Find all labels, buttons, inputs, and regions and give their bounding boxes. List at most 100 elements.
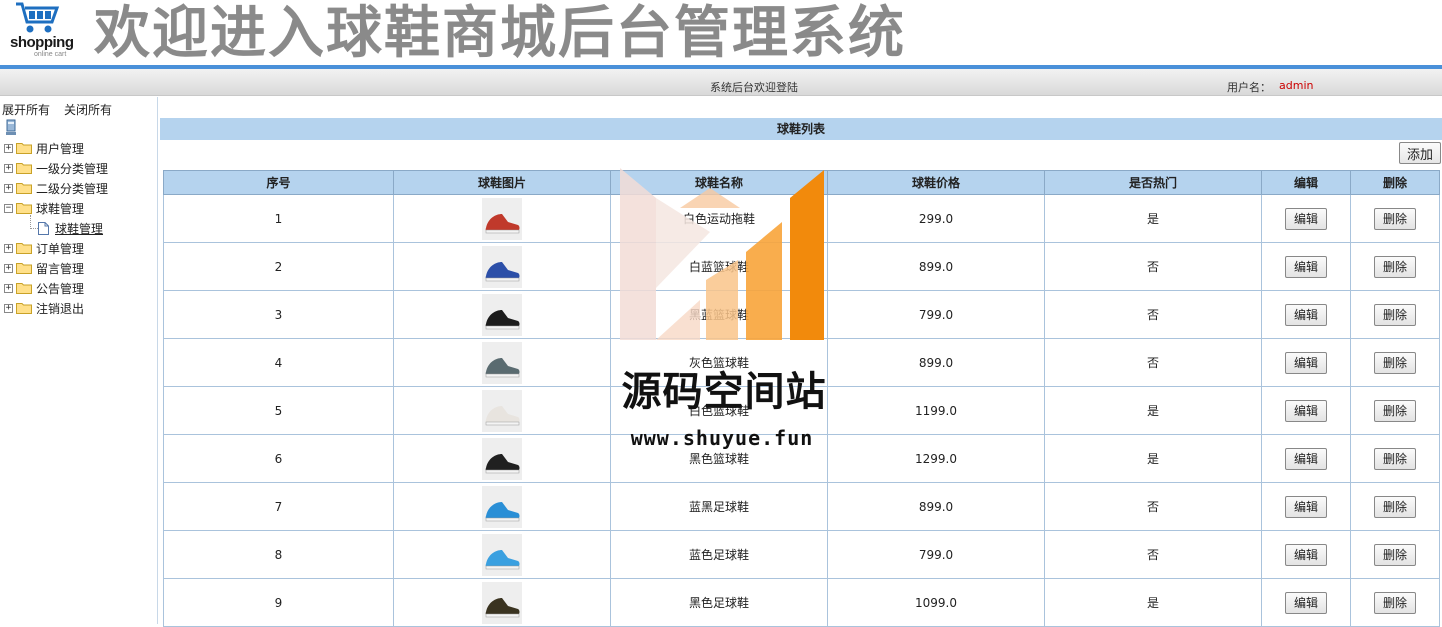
edit-button[interactable]: 编辑 bbox=[1285, 447, 1327, 470]
delete-button[interactable]: 删除 bbox=[1374, 495, 1416, 518]
page-icon bbox=[38, 221, 49, 235]
sidebar-item[interactable]: − 球鞋管理 bbox=[4, 199, 84, 217]
cell-image bbox=[393, 290, 611, 339]
user-label: 用户名： bbox=[1227, 81, 1271, 94]
table-row: 7 蓝黑足球鞋 899.0 否编辑 删除 bbox=[163, 482, 1440, 531]
shoe-image bbox=[482, 485, 522, 528]
logo-subtext: online cart bbox=[34, 51, 67, 58]
cell-price: 1099.0 bbox=[827, 578, 1045, 627]
delete-button[interactable]: 删除 bbox=[1374, 303, 1416, 326]
shoe-image bbox=[482, 245, 522, 288]
cell-hot: 是 bbox=[1044, 194, 1262, 243]
edit-button[interactable]: 编辑 bbox=[1285, 543, 1327, 566]
collapse-toggle-icon[interactable]: − bbox=[4, 203, 13, 213]
cell-hot: 是 bbox=[1044, 434, 1262, 483]
cell-image bbox=[393, 530, 611, 579]
delete-button[interactable]: 删除 bbox=[1374, 399, 1416, 422]
delete-button[interactable]: 删除 bbox=[1374, 207, 1416, 230]
folder-icon bbox=[16, 163, 32, 174]
computer-root-icon bbox=[6, 119, 16, 135]
add-button[interactable]: 添加 bbox=[1399, 142, 1441, 164]
sidebar-item[interactable]: + 留言管理 bbox=[4, 259, 84, 277]
toolbar: 添加 bbox=[160, 140, 1442, 167]
shopping-logo: shopping online cart bbox=[4, 0, 84, 62]
shoe-image bbox=[482, 341, 522, 384]
cell-delete: 删除 bbox=[1350, 194, 1440, 243]
cell-no: 2 bbox=[163, 242, 394, 291]
shoe-image bbox=[482, 293, 522, 336]
delete-button[interactable]: 删除 bbox=[1374, 447, 1416, 470]
edit-button[interactable]: 编辑 bbox=[1285, 255, 1327, 278]
expand-all-link[interactable]: 展开所有 bbox=[2, 101, 50, 118]
table-row: 8 蓝色足球鞋 799.0 否编辑 删除 bbox=[163, 530, 1440, 579]
sidebar-item-label: 二级分类管理 bbox=[36, 181, 109, 196]
cell-name: 蓝黑足球鞋 bbox=[610, 482, 828, 531]
folder-icon bbox=[16, 263, 32, 274]
cell-price: 1199.0 bbox=[827, 386, 1045, 435]
delete-button[interactable]: 删除 bbox=[1374, 351, 1416, 374]
expand-toggle-icon[interactable]: + bbox=[4, 163, 13, 173]
table-header-row: 序号 球鞋图片 球鞋名称 球鞋价格 是否热门 编辑 删除 bbox=[163, 170, 1440, 195]
expand-toggle-icon[interactable]: + bbox=[4, 303, 13, 313]
column-header-edit: 编辑 bbox=[1261, 170, 1351, 195]
cell-name: 黑色篮球鞋 bbox=[610, 434, 828, 483]
sidebar-item-label: 球鞋管理 bbox=[36, 201, 85, 216]
table-row: 1 白色运动拖鞋 299.0 是编辑 删除 bbox=[163, 194, 1440, 243]
shoe-image bbox=[482, 581, 522, 624]
sidebar-subitem-shoe-management[interactable]: 球鞋管理 bbox=[38, 219, 103, 237]
cell-name: 白色运动拖鞋 bbox=[610, 194, 828, 243]
main-content: 球鞋列表 添加 序号 球鞋图片 球鞋名称 球鞋价格 是否热门 编辑 删除 1 白色… bbox=[160, 97, 1442, 627]
edit-button[interactable]: 编辑 bbox=[1285, 351, 1327, 374]
cell-price: 299.0 bbox=[827, 194, 1045, 243]
cell-image bbox=[393, 338, 611, 387]
table-row: 3 黑蓝篮球鞋 799.0 否编辑 删除 bbox=[163, 290, 1440, 339]
cell-delete: 删除 bbox=[1350, 242, 1440, 291]
delete-button[interactable]: 删除 bbox=[1374, 591, 1416, 614]
edit-button[interactable]: 编辑 bbox=[1285, 207, 1327, 230]
expand-toggle-icon[interactable]: + bbox=[4, 283, 13, 293]
expand-toggle-icon[interactable]: + bbox=[4, 243, 13, 253]
edit-button[interactable]: 编辑 bbox=[1285, 495, 1327, 518]
shoe-image bbox=[482, 533, 522, 576]
list-title: 球鞋列表 bbox=[160, 118, 1442, 140]
cell-no: 4 bbox=[163, 338, 394, 387]
expand-toggle-icon[interactable]: + bbox=[4, 143, 13, 153]
sidebar-item[interactable]: + 注销退出 bbox=[4, 299, 84, 317]
site-title: 欢迎进入球鞋商城后台管理系统 bbox=[94, 1, 906, 66]
cell-edit: 编辑 bbox=[1261, 386, 1351, 435]
cell-no: 5 bbox=[163, 386, 394, 435]
cell-no: 9 bbox=[163, 578, 394, 627]
cell-delete: 删除 bbox=[1350, 386, 1440, 435]
sidebar-item[interactable]: + 用户管理 bbox=[4, 139, 84, 157]
sidebar-item[interactable]: + 订单管理 bbox=[4, 239, 84, 257]
delete-button[interactable]: 删除 bbox=[1374, 255, 1416, 278]
sidebar-item[interactable]: + 一级分类管理 bbox=[4, 159, 108, 177]
cell-price: 899.0 bbox=[827, 242, 1045, 291]
cell-delete: 删除 bbox=[1350, 338, 1440, 387]
edit-button[interactable]: 编辑 bbox=[1285, 303, 1327, 326]
shoe-table: 序号 球鞋图片 球鞋名称 球鞋价格 是否热门 编辑 删除 1 白色运动拖鞋 299.… bbox=[163, 170, 1440, 627]
shoe-image bbox=[482, 389, 522, 432]
sidebar-item[interactable]: + 二级分类管理 bbox=[4, 179, 108, 197]
sidebar: 展开所有 关闭所有 + 用户管理 + 一级分类管理 + 二级分类管理 − 球鞋管理 + 订单管理 +… bbox=[0, 97, 158, 624]
cell-edit: 编辑 bbox=[1261, 338, 1351, 387]
cell-no: 3 bbox=[163, 290, 394, 339]
sidebar-item-label: 用户管理 bbox=[36, 141, 85, 156]
cell-name: 白蓝篮球鞋 bbox=[610, 242, 828, 291]
sidebar-subitem-label: 球鞋管理 bbox=[55, 221, 104, 236]
edit-button[interactable]: 编辑 bbox=[1285, 399, 1327, 422]
table-row: 2 白蓝篮球鞋 899.0 否编辑 删除 bbox=[163, 242, 1440, 291]
column-header-image: 球鞋图片 bbox=[393, 170, 611, 195]
expand-toggle-icon[interactable]: + bbox=[4, 263, 13, 273]
table-row: 9 黑色足球鞋 1099.0 是编辑 删除 bbox=[163, 578, 1440, 627]
cell-name: 灰色篮球鞋 bbox=[610, 338, 828, 387]
edit-button[interactable]: 编辑 bbox=[1285, 591, 1327, 614]
folder-icon bbox=[16, 183, 32, 194]
delete-button[interactable]: 删除 bbox=[1374, 543, 1416, 566]
collapse-all-link[interactable]: 关闭所有 bbox=[64, 101, 112, 118]
sidebar-item[interactable]: + 公告管理 bbox=[4, 279, 84, 297]
expand-toggle-icon[interactable]: + bbox=[4, 183, 13, 193]
cell-delete: 删除 bbox=[1350, 290, 1440, 339]
column-header-hot: 是否热门 bbox=[1044, 170, 1262, 195]
cell-image bbox=[393, 578, 611, 627]
